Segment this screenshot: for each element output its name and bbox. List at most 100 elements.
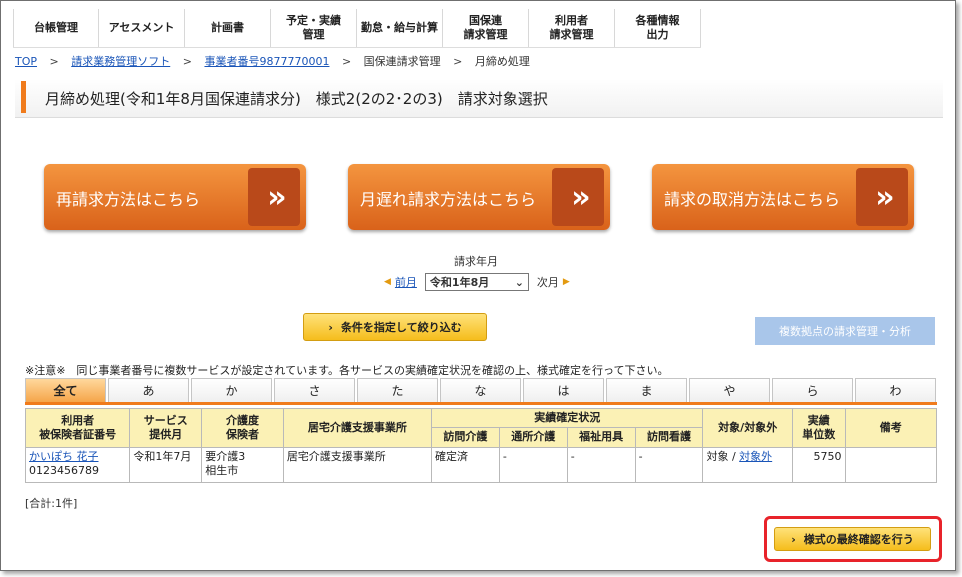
notice-text: ※注意※ 同じ事業者番号に複数サービスが設定されています。各サービスの実績確定状… (25, 364, 669, 377)
kana-tabs: 全て あ か さ た な は ま や ら わ (25, 378, 938, 402)
late-billing-method-button[interactable]: 月遅れ請求方法はこちら » (348, 164, 610, 230)
billing-month-label: 請求年月 (454, 255, 498, 268)
cell-units: 5750 (791, 446, 846, 483)
header-insurer-label: 保険者 (226, 427, 259, 441)
tab-underline (25, 402, 937, 405)
tab-ta[interactable]: た (357, 378, 438, 402)
nav-assessment[interactable]: アセスメント (99, 9, 185, 47)
tab-na[interactable]: な (440, 378, 521, 402)
breadcrumb-section: 国保連請求管理 (363, 55, 441, 68)
page-title: 月締め処理(令和1年8月国保連請求分) 様式2(2の2･2の3) 請求対象選択 (45, 90, 548, 108)
table-row: かいぽち 花子 0123456789 令和1年7月 要介護3 相生市 居宅介護支… (24, 446, 938, 483)
cell-month: 令和1年7月 (129, 446, 203, 483)
billing-month-value: 令和1年8月 (429, 276, 490, 289)
insurer: 相生市 (205, 464, 239, 478)
header-service-month: サービス 提供月 (129, 408, 203, 448)
next-month-text[interactable]: 次月 (537, 274, 559, 290)
late-label: 月遅れ請求方法はこちら (360, 190, 537, 209)
billing-month-select[interactable]: 令和1年8月 ⌄ (424, 273, 529, 291)
cell-remarks (844, 446, 938, 483)
tab-a[interactable]: あ (108, 378, 189, 402)
header-units: 実績 単位数 (791, 408, 846, 448)
cell-day-care: - (498, 446, 568, 483)
tab-wa[interactable]: わ (855, 378, 936, 402)
header-units-label: 実績 (807, 413, 830, 427)
breadcrumb-current: 月締め処理 (474, 55, 530, 68)
month-navigator: ◀ 前月 令和1年8月 ⌄ 次月 ▶ (384, 273, 570, 291)
filter-conditions-button[interactable]: › 条件を指定して絞り込む (303, 313, 487, 341)
header-month-label: 提供月 (149, 427, 183, 441)
rebill-method-button[interactable]: 再請求方法はこちら » (44, 164, 306, 230)
filter-label: 条件を指定して絞り込む (340, 321, 462, 334)
cancel-label: 請求の取消方法はこちら (664, 190, 841, 209)
billing-target-table: 利用者 被保険者証番号 サービス 提供月 介護度 保険者 居宅介護支援事業所 実… (24, 407, 938, 483)
breadcrumb-top[interactable]: TOP (15, 55, 37, 68)
nav-attendance[interactable]: 勤怠・給与計算 (357, 9, 443, 47)
tab-ha[interactable]: は (523, 378, 604, 402)
header-day-care: 通所介護 (498, 427, 568, 448)
header-user-label: 利用者 (61, 413, 95, 427)
cell-care: 要介護3 相生市 (201, 446, 284, 483)
cancel-billing-method-button[interactable]: 請求の取消方法はこちら » (652, 164, 914, 230)
final-check-highlight: › 様式の最終確認を行う (764, 516, 942, 562)
chevron-down-icon: ⌄ (514, 275, 524, 289)
multi-office-button[interactable]: 複数拠点の請求管理・分析 (755, 317, 935, 345)
breadcrumb-sep: > (341, 55, 352, 68)
header-visit-nursing: 訪問看護 (634, 427, 704, 448)
double-chevron-right-icon: » (552, 168, 604, 226)
header-office: 居宅介護支援事業所 (282, 408, 432, 448)
cell-welfare: - (566, 446, 636, 483)
app-window: 台帳管理 アセスメント 計画書 予定・実績 管理 勤怠・給与計算 国保連 請求管… (0, 0, 956, 571)
nav-kokuho[interactable]: 国保連 請求管理 (443, 9, 529, 47)
insured-number: 0123456789 (29, 464, 99, 478)
breadcrumb: TOP > 請求業務管理ソフト > 事業者番号9877770001 > 国保連請… (15, 53, 530, 69)
tab-ra[interactable]: ら (772, 378, 853, 402)
header-service-label: サービス (143, 413, 188, 427)
nav-output[interactable]: 各種情報 出力 (615, 9, 701, 47)
nav-user-billing[interactable]: 利用者 請求管理 (529, 9, 615, 47)
triangle-right-icon: ▶ (562, 277, 570, 287)
cell-target: 対象 / 対象外 (702, 446, 793, 483)
breadcrumb-sep: > (182, 55, 192, 68)
final-check-button[interactable]: › 様式の最終確認を行う (774, 527, 931, 551)
tab-ya[interactable]: や (689, 378, 770, 402)
tab-all[interactable]: 全て (25, 378, 106, 402)
cell-visit-care: 確定済 (430, 446, 500, 483)
breadcrumb-sep: > (49, 55, 59, 68)
double-chevron-right-icon: » (856, 168, 908, 226)
total-count: [合計:1件] (25, 497, 78, 510)
breadcrumb-office[interactable]: 事業者番号9877770001 (204, 55, 329, 68)
title-bar: 月締め処理(令和1年8月国保連請求分) 様式2(2の2･2の3) 請求対象選択 (15, 79, 943, 118)
breadcrumb-sep: > (453, 55, 463, 68)
header-care: 介護度 保険者 (201, 408, 284, 448)
target-separator: / (731, 449, 736, 463)
non-target-link[interactable]: 対象外 (739, 450, 772, 463)
triangle-left-icon: ◀ (384, 277, 391, 287)
chevron-right-icon: › (328, 320, 333, 334)
nav-ledger[interactable]: 台帳管理 (13, 9, 99, 47)
tab-ma[interactable]: ま (606, 378, 687, 402)
header-welfare: 福祉用具 (566, 427, 636, 448)
top-navigation: 台帳管理 アセスメント 計画書 予定・実績 管理 勤怠・給与計算 国保連 請求管… (13, 9, 701, 48)
rebill-label: 再請求方法はこちら (56, 190, 201, 209)
header-target: 対象/対象外 (702, 408, 793, 448)
final-check-label: 様式の最終確認を行う (803, 533, 914, 546)
tab-sa[interactable]: さ (274, 378, 355, 402)
cell-visit-nursing: - (634, 446, 704, 483)
header-care-label: 介護度 (226, 413, 259, 427)
nav-schedule[interactable]: 予定・実績 管理 (271, 9, 357, 47)
tab-ka[interactable]: か (191, 378, 272, 402)
target-label[interactable]: 対象 (706, 450, 728, 463)
header-visit-care: 訪問介護 (430, 427, 500, 448)
title-accent (21, 81, 26, 113)
care-level: 要介護3 (205, 449, 246, 463)
cell-office: 居宅介護支援事業所 (282, 446, 432, 483)
header-status: 実績確定状況 (430, 407, 704, 429)
cell-user: かいぽち 花子 0123456789 (24, 446, 131, 483)
prev-month-link[interactable]: 前月 (395, 274, 417, 290)
breadcrumb-software[interactable]: 請求業務管理ソフト (71, 55, 170, 68)
user-name-link[interactable]: かいぽち 花子 (29, 450, 99, 463)
double-chevron-right-icon: » (248, 168, 300, 226)
nav-plan[interactable]: 計画書 (185, 9, 271, 47)
chevron-right-icon: › (791, 532, 796, 546)
